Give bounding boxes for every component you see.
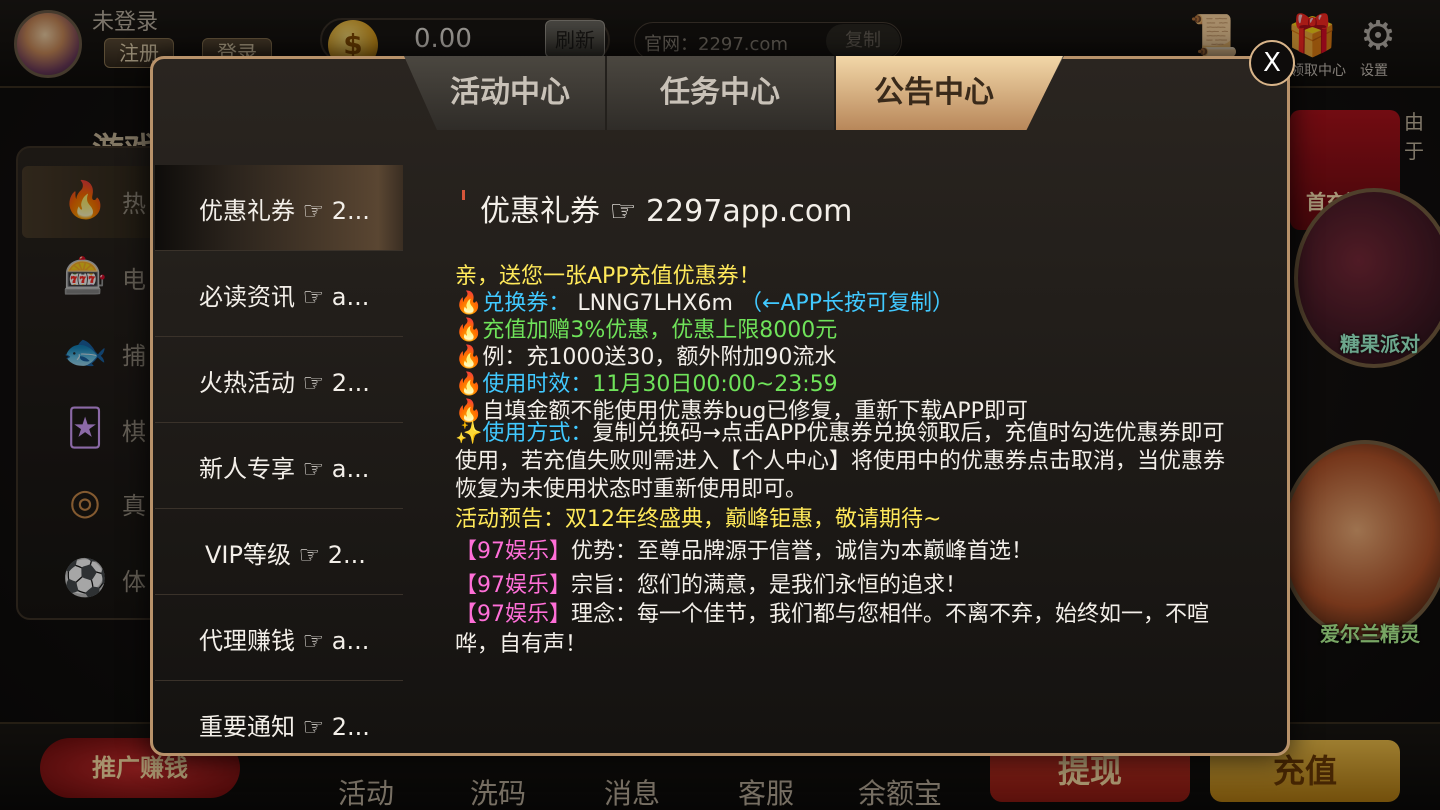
preview-line: 活动预告：双12年终盛典，巅峰钜惠，敬请期待~ [455, 507, 942, 532]
title-marker [462, 190, 465, 200]
brand-text: 优势：至尊品牌源于信誉，诚信为本巅峰首选！ [571, 539, 1034, 564]
list-item-important-notice[interactable]: 重要通知 ☞ 2... [155, 681, 403, 767]
list-item-vip[interactable]: VIP等级 ☞ 2... [155, 509, 403, 595]
list-item-newcomer[interactable]: 新人专享 ☞ a... [155, 423, 403, 509]
brand-line-2: 【97娱乐】宗旨：您们的满意，是我们永恒的追求！ [455, 567, 967, 599]
tab-activity-center[interactable]: 活动中心 [412, 56, 608, 130]
brand-text: 宗旨：您们的满意，是我们永恒的追求！ [571, 573, 968, 598]
brand-line-3: 【97娱乐】理念：每一个佳节，我们都与您相伴。不离不弃，始终如一，不喧哗，自有声… [455, 600, 1225, 660]
brand-line-1: 【97娱乐】优势：至尊品牌源于信誉，诚信为本巅峰首选！ [455, 533, 1033, 565]
list-item-label: 必读资讯 ☞ a... [199, 283, 370, 311]
brand-tag: 【97娱乐】 [455, 602, 571, 627]
list-item-label: 重要通知 ☞ 2... [199, 713, 370, 741]
app-root: 未登录 注册 登录 $ 0.00 刷新 官网：2297.com 复制 📜 🎁 领… [0, 0, 1440, 810]
list-item-label: 代理赚钱 ☞ a... [199, 627, 370, 655]
list-item-label: 火热活动 ☞ 2... [199, 369, 370, 397]
list-item-label: 优惠礼券 ☞ 2... [199, 197, 370, 225]
close-button[interactable]: X [1249, 40, 1295, 86]
tab-announcement-center[interactable]: 公告中心 [838, 56, 1030, 130]
usage-paragraph: ✨使用方式：复制兑换码→点击APP优惠券兑换领取后，充值时勾选优惠券即可使用，若… [455, 420, 1225, 504]
list-item-coupon[interactable]: 优惠礼券 ☞ 2... [155, 165, 403, 251]
tab-divider [834, 56, 836, 130]
brand-tag: 【97娱乐】 [455, 573, 571, 598]
list-item-hot-events[interactable]: 火热活动 ☞ 2... [155, 337, 403, 423]
content-title: 优惠礼券 ☞ 2297app.com [480, 194, 853, 229]
usage-label: 使用方式： [482, 421, 593, 446]
brand-tag: 【97娱乐】 [455, 539, 571, 564]
list-item-label: VIP等级 ☞ 2... [205, 541, 366, 569]
sparkle-icon: ✨ [455, 421, 483, 446]
list-item-label: 新人专享 ☞ a... [199, 455, 370, 483]
tab-task-center[interactable]: 任务中心 [620, 56, 820, 130]
list-item-must-read[interactable]: 必读资讯 ☞ a... [155, 251, 403, 337]
list-item-agent[interactable]: 代理赚钱 ☞ a... [155, 595, 403, 681]
